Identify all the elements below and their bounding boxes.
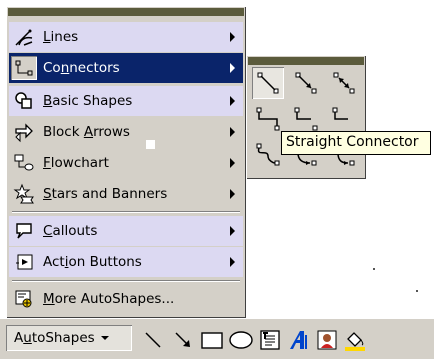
straight-connector-button[interactable] bbox=[252, 67, 284, 99]
menu-item-label: Basic Shapes bbox=[43, 93, 133, 109]
menu-item-stars-and-banners[interactable]: Stars and Banners bbox=[9, 179, 243, 209]
menu-item-block-arrows[interactable]: Block Arrows bbox=[9, 117, 243, 147]
menu-item-flowchart[interactable]: Flowchart bbox=[9, 148, 243, 178]
menu-item-label: Block Arrows bbox=[43, 124, 130, 140]
menu-item-more-autoshapes[interactable]: More AutoShapes... bbox=[9, 284, 243, 314]
fill-color-button[interactable] bbox=[342, 327, 368, 353]
menu-item-label: Lines bbox=[43, 29, 79, 45]
rectangle-icon bbox=[201, 332, 223, 349]
menu-item-label: More AutoShapes... bbox=[43, 291, 175, 307]
elbow-connector-icon bbox=[256, 107, 280, 131]
basic-shapes-icon bbox=[11, 89, 37, 113]
menu-item-connectors[interactable]: Connectors bbox=[9, 53, 243, 83]
straight-arrow-connector-button[interactable] bbox=[290, 67, 322, 99]
submenu-arrow-icon bbox=[230, 158, 235, 168]
textbox-tool-button[interactable] bbox=[257, 327, 283, 353]
stars-banners-icon bbox=[11, 182, 37, 206]
line-icon bbox=[145, 332, 161, 348]
autoshapes-button[interactable]: AutoShapes bbox=[6, 325, 132, 351]
submenu-arrow-icon bbox=[230, 189, 235, 199]
arrow-icon bbox=[175, 332, 190, 347]
textbox-icon bbox=[260, 330, 280, 350]
submenu-arrow-icon bbox=[230, 32, 235, 42]
straight-double-arrow-connector-icon bbox=[333, 72, 355, 94]
submenu-arrow-icon bbox=[230, 127, 235, 137]
dropdown-arrow-icon bbox=[100, 336, 109, 340]
menu-item-label: Stars and Banners bbox=[43, 186, 168, 202]
speck bbox=[416, 290, 418, 292]
menu-item-label: Action Buttons bbox=[43, 254, 142, 270]
submenu-arrow-icon bbox=[230, 257, 235, 267]
autoshapes-label: AutoShapes bbox=[14, 330, 95, 346]
straight-double-arrow-connector-button[interactable] bbox=[328, 67, 360, 99]
oval-icon bbox=[229, 331, 253, 349]
straight-arrow-connector-icon bbox=[295, 72, 317, 94]
block-arrows-icon bbox=[11, 120, 37, 144]
elbow-double-arrow-connector-icon bbox=[332, 107, 348, 120]
oval-tool-button[interactable] bbox=[228, 327, 254, 353]
submenu-drag-handle[interactable] bbox=[248, 57, 364, 65]
curved-connector-icon bbox=[256, 143, 280, 166]
flowchart-icon bbox=[11, 151, 37, 175]
line-tool-button[interactable] bbox=[140, 327, 166, 353]
menu-separator bbox=[12, 211, 240, 213]
menu-item-label: Connectors bbox=[43, 60, 120, 76]
menu-separator bbox=[12, 280, 240, 282]
clipart-tool-button[interactable] bbox=[314, 327, 340, 353]
menu-item-basic-shapes[interactable]: Basic Shapes bbox=[9, 86, 243, 116]
drawing-toolbar: AutoShapes bbox=[0, 318, 434, 359]
rectangle-tool-button[interactable] bbox=[199, 327, 225, 353]
submenu-arrow-icon bbox=[230, 96, 235, 106]
clipart-icon bbox=[317, 330, 337, 350]
callouts-icon bbox=[11, 219, 37, 243]
submenu-arrow-icon bbox=[230, 226, 235, 236]
paint-bucket-icon bbox=[345, 332, 365, 351]
speck bbox=[373, 268, 375, 270]
lines-icon bbox=[11, 25, 37, 49]
menu-item-lines[interactable]: Lines bbox=[9, 22, 243, 52]
menu-item-callouts[interactable]: Callouts bbox=[9, 216, 243, 246]
menu-drag-handle[interactable] bbox=[8, 8, 244, 16]
menu-item-label: Flowchart bbox=[43, 155, 109, 171]
submenu-arrow-icon bbox=[230, 63, 235, 73]
action-buttons-icon bbox=[11, 250, 37, 274]
tooltip: Straight Connector bbox=[281, 131, 431, 155]
curved-connector-button[interactable] bbox=[252, 139, 284, 171]
connectors-icon bbox=[11, 56, 37, 80]
elbow-connector-button[interactable] bbox=[252, 103, 284, 135]
menu-item-label: Callouts bbox=[43, 223, 98, 239]
wordart-icon bbox=[290, 331, 307, 349]
more-autoshapes-icon bbox=[11, 287, 37, 311]
arrow-tool-button[interactable] bbox=[170, 327, 196, 353]
menu-item-action-buttons[interactable]: Action Buttons bbox=[9, 247, 243, 277]
straight-connector-icon bbox=[257, 72, 279, 94]
autoshapes-menu: Lines Connectors Basic Shapes Block Arro… bbox=[6, 6, 246, 318]
wordart-tool-button[interactable] bbox=[285, 327, 311, 353]
connectors-submenu bbox=[246, 55, 366, 179]
elbow-arrow-connector-icon bbox=[294, 107, 318, 131]
cursor-artifact bbox=[146, 140, 155, 149]
